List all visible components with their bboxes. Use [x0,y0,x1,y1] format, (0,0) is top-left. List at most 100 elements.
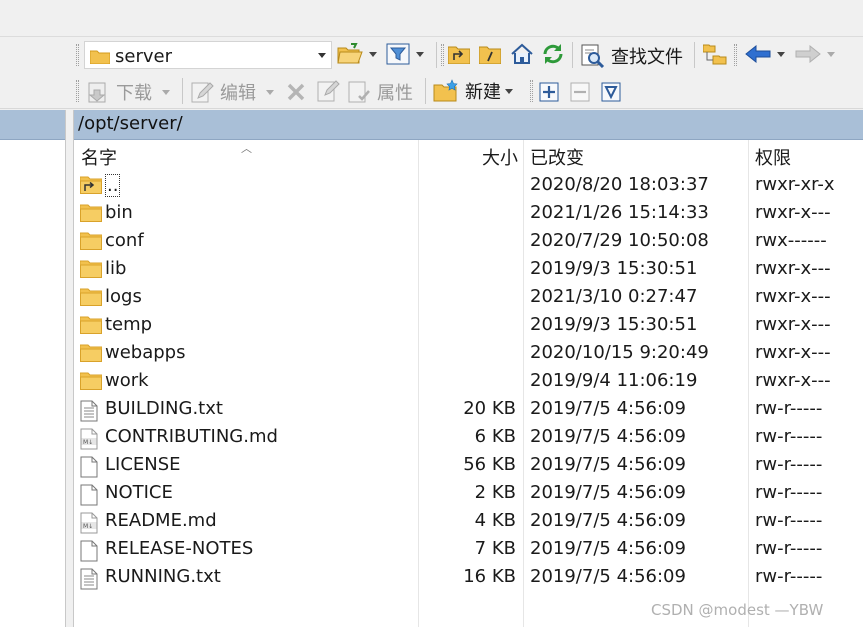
file-row[interactable]: NOTICE 2 KB 2019/7/5 4:56:09 rw-r----- [74,480,863,508]
file-size: 20 KB [463,398,516,419]
file-row[interactable]: lib 2019/9/3 15:30:51 rwxr-x--- [74,256,863,284]
blank-file-icon [80,540,98,567]
rename-button[interactable] [316,79,340,103]
file-row[interactable]: RELEASE-NOTES 7 KB 2019/7/5 4:56:09 rw-r… [74,536,863,564]
file-size: 16 KB [463,566,516,587]
file-permissions: rw-r----- [755,510,823,531]
toolbar-grip[interactable] [76,44,79,66]
blank-file-icon [80,484,98,511]
arrow-right-icon [795,45,821,63]
back-button[interactable] [745,45,785,63]
folder-icon [79,372,103,395]
file-row[interactable]: .. 2020/8/20 18:03:37 rwxr-xr-x [74,172,863,200]
plus-icon [539,82,559,102]
file-permissions: rwxr-xr-x [755,174,835,195]
open-directory-button[interactable] [337,43,377,65]
properties-icon [348,81,370,103]
column-header-size[interactable]: 大小 [482,144,518,170]
file-permissions: rwxr-x--- [755,286,831,307]
folder-icon [79,316,103,339]
file-permissions: rwxr-x--- [755,202,831,223]
blank-file-icon [80,456,98,483]
download-button[interactable]: 下载 [86,79,170,105]
find-files-label: 查找文件 [611,47,683,68]
chevron-down-icon[interactable] [318,53,326,58]
unselect-all-button[interactable] [570,82,590,102]
column-headers: ︿ 名字 大小 已改变 权限 [74,140,863,170]
path-bar[interactable]: /opt/server/ [74,110,863,140]
svg-text:M↓: M↓ [83,439,93,446]
path-combobox[interactable]: server [84,41,332,69]
open-folder-icon [337,43,363,64]
refresh-button[interactable] [541,43,565,65]
file-row[interactable]: BUILDING.txt 20 KB 2019/7/5 4:56:09 rw-r… [74,396,863,424]
file-permissions: rw-r----- [755,538,823,559]
directory-tree-pane[interactable] [0,110,66,627]
path-combobox-value: server [115,46,172,67]
toolbar-file-operations: 下载 编辑 属性 新建 [0,73,863,109]
download-label: 下载 [116,83,152,104]
folder-icon [79,288,103,311]
edit-button[interactable]: 编辑 [190,79,274,105]
file-size: 7 KB [474,538,516,559]
file-modified: 2019/7/5 4:56:09 [530,482,686,503]
tree-view-button[interactable] [703,44,727,66]
select-all-button[interactable] [539,82,559,102]
file-row[interactable]: M↓ README.md 4 KB 2019/7/5 4:56:09 rw-r-… [74,508,863,536]
file-name: conf [105,230,144,251]
watermark: CSDN @modest —YBW [651,601,824,619]
home-directory-button[interactable] [510,43,534,65]
file-row[interactable]: bin 2021/1/26 15:14:33 rwxr-x--- [74,200,863,228]
file-row[interactable]: RUNNING.txt 16 KB 2019/7/5 4:56:09 rw-r-… [74,564,863,592]
delete-button[interactable] [286,82,306,102]
parent-folder-icon [79,176,103,199]
file-modified: 2019/7/5 4:56:09 [530,426,686,447]
file-name: temp [105,314,153,335]
svg-text:M↓: M↓ [83,523,93,530]
folder-icon [79,232,103,255]
file-row[interactable]: M↓ CONTRIBUTING.md 6 KB 2019/7/5 4:56:09… [74,424,863,452]
file-row[interactable]: webapps 2020/10/15 9:20:49 rwxr-x--- [74,340,863,368]
file-name: RUNNING.txt [105,566,221,587]
file-row[interactable]: LICENSE 56 KB 2019/7/5 4:56:09 rw-r----- [74,452,863,480]
column-header-name[interactable]: 名字 [81,144,117,170]
text-file-icon [80,568,98,595]
file-row[interactable]: work 2019/9/4 11:06:19 rwxr-x--- [74,368,863,396]
find-files-button[interactable]: 查找文件 [581,43,683,69]
file-row[interactable]: logs 2021/3/10 0:27:47 rwxr-x--- [74,284,863,312]
properties-button[interactable]: 属性 [347,79,413,105]
file-modified: 2019/9/3 15:30:51 [530,258,698,279]
new-button[interactable]: 新建 [433,78,513,104]
forward-button[interactable] [795,45,835,63]
folder-icon [79,204,103,227]
text-file-icon [80,400,98,427]
file-modified: 2019/7/5 4:56:09 [530,398,686,419]
root-directory-button[interactable] [479,44,501,64]
file-modified: 2020/8/20 18:03:37 [530,174,709,195]
file-permissions: rwxr-x--- [755,314,831,335]
edit-label: 编辑 [220,83,256,104]
folder-icon [79,344,103,367]
invert-selection-button[interactable] [601,82,621,102]
file-name: README.md [105,510,217,531]
column-header-permissions[interactable]: 权限 [755,144,791,170]
file-row[interactable]: conf 2020/7/29 10:50:08 rwx------ [74,228,863,256]
file-size: 2 KB [474,482,516,503]
file-permissions: rw-r----- [755,566,823,587]
file-list: .. 2020/8/20 18:03:37 rwxr-xr-x bin 2021… [74,172,863,592]
filter-button[interactable] [386,43,424,65]
column-header-modified[interactable]: 已改变 [530,144,584,170]
arrow-left-icon [745,45,771,63]
file-name: lib [105,258,127,279]
file-permissions: rwxr-x--- [755,342,831,363]
file-row[interactable]: temp 2019/9/3 15:30:51 rwxr-x--- [74,312,863,340]
parent-directory-button[interactable] [448,44,470,64]
parent-folder-icon [448,46,470,64]
file-permissions: rw-r----- [755,482,823,503]
file-list-pane[interactable]: /opt/server/ ︿ 名字 大小 已改变 权限 .. 2020/8/20… [73,110,863,627]
current-path: /opt/server/ [78,113,183,134]
folder-icon [79,260,103,283]
file-modified: 2021/1/26 15:14:33 [530,202,709,223]
file-modified: 2019/7/5 4:56:09 [530,566,686,587]
file-permissions: rwxr-x--- [755,370,831,391]
